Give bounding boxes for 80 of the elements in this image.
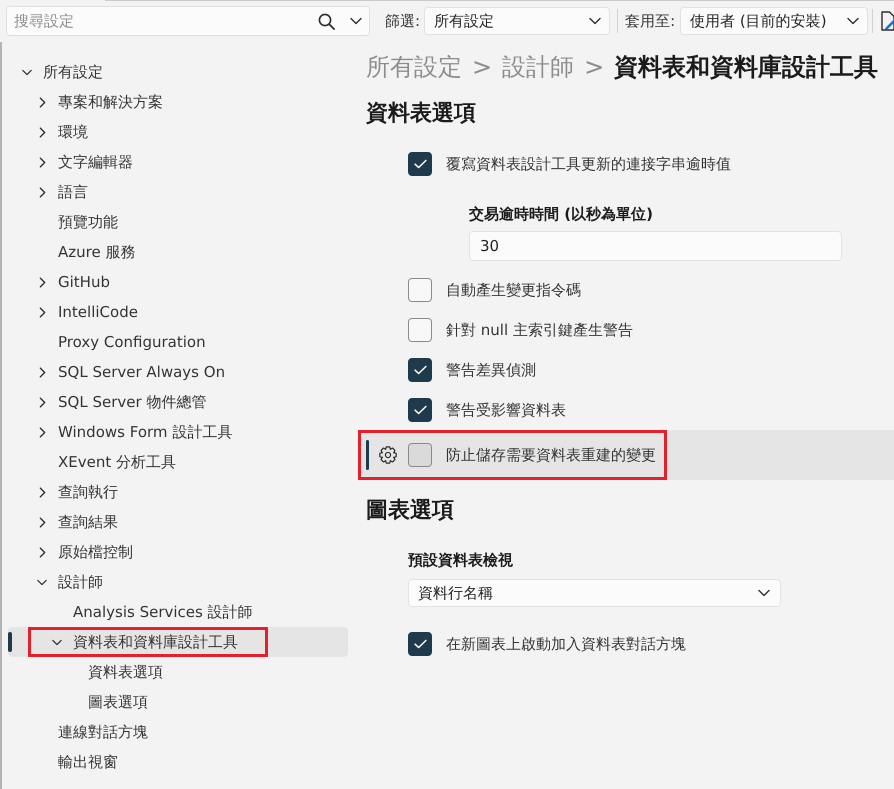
chevron-right-icon[interactable] — [38, 96, 46, 108]
chevron-right-icon[interactable] — [38, 276, 46, 288]
scope-dropdown[interactable]: 使用者 (目前的安裝) — [680, 7, 868, 35]
checkbox[interactable] — [408, 443, 432, 467]
tree-item[interactable]: SQL Server 物件總管 — [8, 387, 348, 417]
checkbox[interactable] — [408, 318, 432, 342]
setting-label: 覆寫資料表設計工具更新的連接字串逾時值 — [446, 154, 731, 174]
tree-item[interactable]: 查詢結果 — [8, 507, 348, 537]
checkmark-icon — [414, 405, 426, 415]
dropdown[interactable]: 資料行名稱 — [408, 579, 781, 607]
checkbox[interactable] — [408, 152, 432, 176]
checkbox[interactable] — [408, 278, 432, 302]
tree-item[interactable]: 所有設定 — [8, 57, 348, 87]
chevron-down-icon[interactable] — [847, 17, 860, 25]
tree-item[interactable]: 輸出視窗 — [8, 747, 348, 777]
tree-item[interactable]: 語言 — [8, 177, 348, 207]
field-label: 預設資料表檢視 — [408, 550, 513, 571]
gear-icon[interactable] — [379, 446, 397, 464]
checkmark-icon — [414, 639, 426, 649]
apply-to-label: 套用至: — [625, 12, 676, 30]
field-label: 交易逾時時間 (以秒為單位) — [469, 204, 653, 225]
chevron-down-icon[interactable] — [22, 68, 32, 76]
checkbox[interactable] — [408, 398, 432, 422]
tree-item[interactable]: 連線對話方塊 — [8, 717, 348, 747]
breadcrumb-current: 資料表和資料庫設計工具 — [614, 52, 878, 83]
setting-label: 自動產生變更指令碼 — [446, 280, 581, 300]
tree-item[interactable]: GitHub — [8, 267, 348, 297]
tree-item[interactable]: 查詢執行 — [8, 477, 348, 507]
checkbox[interactable] — [408, 632, 432, 656]
breadcrumb-separator: > — [472, 52, 492, 83]
chevron-right-icon[interactable] — [38, 306, 46, 318]
setting-label: 警告差異偵測 — [446, 360, 536, 380]
chevron-right-icon[interactable] — [38, 186, 46, 198]
tree-item[interactable]: Windows Form 設計工具 — [8, 417, 348, 447]
chevron-right-icon[interactable] — [38, 486, 46, 498]
tree-item[interactable]: Azure 服務 — [8, 237, 348, 267]
tree-item[interactable]: 設計師 — [8, 567, 348, 597]
setting-label: 警告受影響資料表 — [446, 400, 566, 420]
setting-label: 在新圖表上啟動加入資料表對話方塊 — [446, 634, 686, 654]
chevron-down-icon[interactable] — [52, 638, 62, 646]
chevron-down-icon[interactable] — [758, 589, 770, 597]
section-title: 圖表選項 — [365, 497, 455, 525]
tree-item[interactable]: IntelliCode — [8, 297, 348, 327]
focus-indicator — [366, 440, 369, 470]
document-pencil-icon[interactable] — [881, 10, 894, 32]
section-title: 資料表選項 — [365, 100, 477, 128]
checkmark-icon — [414, 365, 426, 375]
tree-item[interactable]: 資料表選項 — [8, 657, 348, 687]
setting-label: 針對 null 主索引鍵產生警告 — [446, 320, 633, 340]
selection-indicator — [8, 632, 12, 652]
chevron-right-icon[interactable] — [38, 516, 46, 528]
tree-item[interactable]: Proxy Configuration — [8, 327, 348, 357]
filter-dropdown[interactable]: 所有設定 — [424, 7, 610, 35]
search-icon[interactable] — [318, 12, 335, 30]
filter-label: 篩選: — [385, 12, 420, 30]
tree-item[interactable]: 預覽功能 — [8, 207, 348, 237]
chevron-right-icon[interactable] — [38, 426, 46, 438]
tree-item[interactable]: 圖表選項 — [8, 687, 348, 717]
tree-item[interactable]: 環境 — [8, 117, 348, 147]
chevron-right-icon[interactable] — [38, 156, 46, 168]
checkmark-icon — [414, 159, 426, 169]
checkbox[interactable] — [408, 358, 432, 382]
tree-item[interactable]: Analysis Services 設計師 — [8, 597, 348, 627]
search-field[interactable]: 搜尋設定 — [6, 6, 370, 36]
chevron-down-icon[interactable] — [350, 17, 362, 25]
chevron-right-icon[interactable] — [38, 366, 46, 378]
chevron-right-icon[interactable] — [38, 546, 46, 558]
tree-item[interactable]: 文字編輯器 — [8, 147, 348, 177]
chevron-right-icon[interactable] — [38, 126, 46, 138]
tree-item[interactable]: 資料表和資料庫設計工具 — [8, 627, 348, 657]
tree-item[interactable]: 原始檔控制 — [8, 537, 348, 567]
chevron-down-icon[interactable] — [589, 17, 602, 25]
tree-item[interactable]: SQL Server Always On — [8, 357, 348, 387]
number-field[interactable]: 30 — [469, 231, 842, 261]
chevron-right-icon[interactable] — [38, 396, 46, 408]
tree-item[interactable]: XEvent 分析工具 — [8, 447, 348, 477]
tree-item[interactable]: 專案和解決方案 — [8, 87, 348, 117]
setting-label: 防止儲存需要資料表重建的變更 — [446, 446, 656, 464]
breadcrumb-separator: > — [584, 52, 604, 83]
chevron-down-icon[interactable] — [37, 578, 47, 586]
